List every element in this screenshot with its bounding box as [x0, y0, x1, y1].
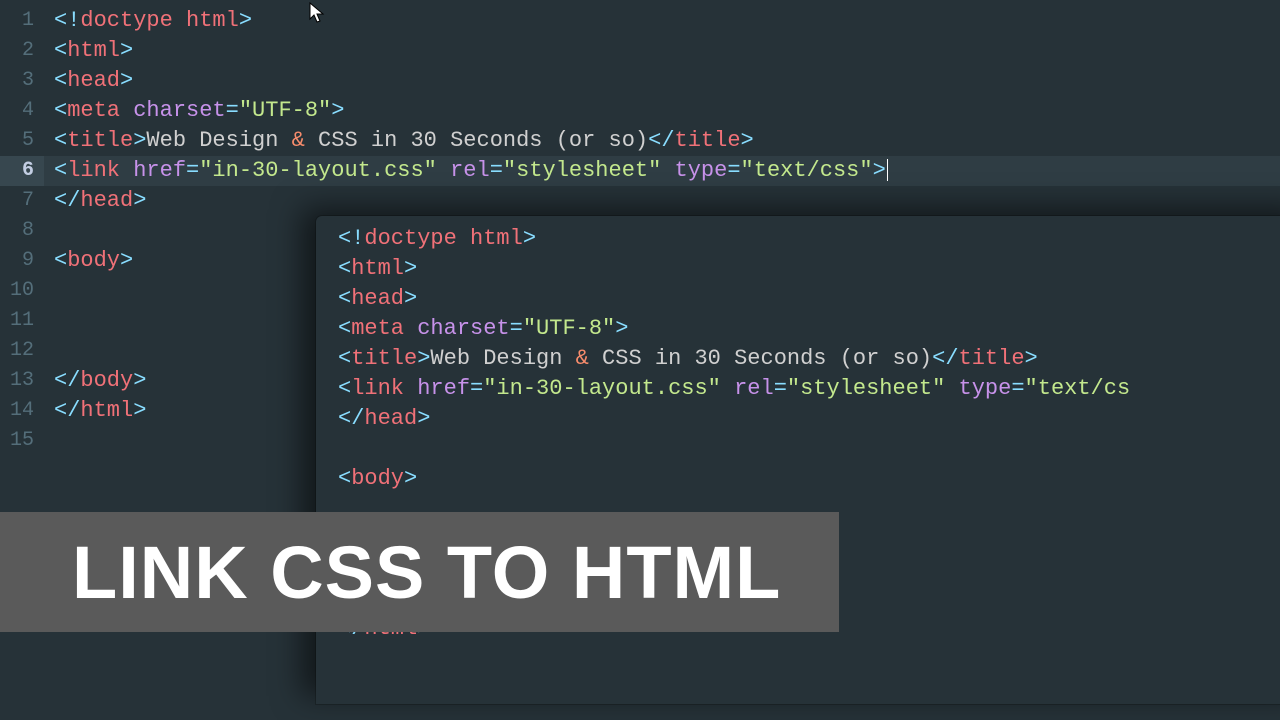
line-number-current: 6 [0, 156, 44, 186]
line-number: 1 [0, 6, 44, 36]
code-line[interactable]: <meta charset="UTF-8"> [44, 96, 1280, 126]
code-line[interactable]: </head> [44, 186, 1280, 216]
code-line[interactable]: <head> [44, 66, 1280, 96]
code-line: <body> [338, 464, 1280, 494]
title-banner: LINK CSS TO HTML [0, 512, 839, 632]
line-number: 9 [0, 246, 44, 276]
line-number: 4 [0, 96, 44, 126]
code-line[interactable]: <!doctype html> [44, 6, 1280, 36]
line-number: 15 [0, 426, 44, 456]
code-line[interactable]: <title>Web Design & CSS in 30 Seconds (o… [44, 126, 1280, 156]
line-number: 10 [0, 276, 44, 306]
code-line: <html> [338, 254, 1280, 284]
line-number: 12 [0, 336, 44, 366]
code-line: <link href="in-30-layout.css" rel="style… [338, 374, 1280, 404]
line-number: 2 [0, 36, 44, 66]
code-line: <!doctype html> [338, 224, 1280, 254]
line-number: 13 [0, 366, 44, 396]
line-number: 11 [0, 306, 44, 336]
code-line: <head> [338, 284, 1280, 314]
banner-text: LINK CSS TO HTML [72, 530, 781, 615]
text-cursor [887, 159, 888, 181]
line-number: 7 [0, 186, 44, 216]
code-line: </head> [338, 404, 1280, 434]
line-number: 5 [0, 126, 44, 156]
code-line: <meta charset="UTF-8"> [338, 314, 1280, 344]
line-number: 14 [0, 396, 44, 426]
code-line[interactable]: <html> [44, 36, 1280, 66]
line-number: 8 [0, 216, 44, 246]
code-line: <title>Web Design & CSS in 30 Seconds (o… [338, 344, 1280, 374]
code-line [338, 434, 1280, 464]
code-line-current[interactable]: <link href="in-30-layout.css" rel="style… [44, 156, 1280, 186]
line-number: 3 [0, 66, 44, 96]
